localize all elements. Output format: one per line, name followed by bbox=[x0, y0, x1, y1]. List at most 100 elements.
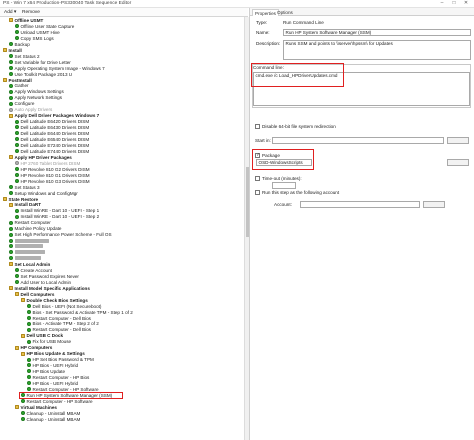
tab-options[interactable]: Options bbox=[275, 9, 295, 16]
tree-group[interactable]: Double Check Bios Settings bbox=[21, 298, 88, 304]
tree-step[interactable]: Copy SMS Logs bbox=[15, 36, 54, 42]
tree-item-label: State Restore bbox=[8, 196, 39, 202]
name-input[interactable]: Run HP System Software Manager (SSM) bbox=[283, 29, 471, 36]
tree-step[interactable]: Apply Operating System Image - Windows 7 bbox=[9, 66, 105, 72]
run-as-checkbox[interactable] bbox=[255, 190, 260, 195]
tree-step[interactable]: Setup Windows and ConfigMgr bbox=[9, 191, 78, 197]
tree-step[interactable] bbox=[9, 244, 43, 250]
tree-step[interactable]: Cleanup - Uninstall MBAM bbox=[21, 411, 80, 417]
check-icon bbox=[27, 327, 31, 332]
tree-step[interactable]: HP Bios - UEFI Hybrid bbox=[27, 381, 78, 387]
tree-step[interactable] bbox=[9, 250, 45, 256]
tree-step[interactable]: Set High Performance Power Scheme - Full… bbox=[9, 232, 112, 238]
tree-step[interactable]: Gather bbox=[9, 83, 29, 89]
maximize-icon[interactable]: □ bbox=[448, 0, 460, 7]
tree-step[interactable]: Auto Apply Drivers bbox=[9, 107, 52, 113]
tree-step[interactable]: Dell Latitude E7240 Drivers DISM bbox=[15, 143, 89, 149]
tree-step[interactable]: Bios - Activate TPM - Step 2 of 2 bbox=[27, 321, 99, 327]
tree-step[interactable]: Set Status 2 bbox=[9, 54, 40, 60]
tree-step[interactable]: Machine Policy Update bbox=[9, 226, 61, 232]
account-set-button[interactable] bbox=[423, 201, 445, 208]
tree-step[interactable]: Apply Network Settings bbox=[9, 95, 62, 101]
tree-step[interactable]: Apply Windows Settings bbox=[9, 89, 64, 95]
tree-group[interactable]: PostInstall bbox=[3, 78, 32, 84]
tree-step[interactable]: Restart Computer - HP Software bbox=[21, 399, 93, 405]
tree-group[interactable]: HP Computers bbox=[15, 345, 52, 351]
tree-step[interactable] bbox=[9, 238, 49, 244]
timeout-input[interactable] bbox=[272, 182, 296, 189]
tree-group[interactable]: Install bbox=[3, 48, 22, 54]
disable-64bit-checkbox[interactable] bbox=[255, 124, 260, 129]
tree-step[interactable]: Set Password Expires Never bbox=[15, 274, 79, 280]
tree-step[interactable]: Dell Latitude E7440 Drivers DISM bbox=[15, 149, 89, 155]
tree-step[interactable]: Create Account bbox=[15, 268, 52, 274]
tree-step[interactable]: Install WinRE - Dart 10 - UEFI - Step 1 bbox=[15, 208, 99, 214]
tree-group[interactable]: Virtual Machines bbox=[15, 405, 57, 411]
tree-step[interactable]: Set Status 3 bbox=[9, 185, 40, 191]
tree-step[interactable]: Dell Latitude E6440 Drivers DISM bbox=[15, 131, 89, 137]
tree-group[interactable]: Dell USB C Dock bbox=[21, 333, 63, 339]
tree-step[interactable]: HP Bios Update bbox=[27, 369, 65, 375]
tree-step[interactable]: Cleanup - Uninstall MBAM bbox=[21, 417, 80, 423]
tree-step[interactable]: Configure bbox=[9, 101, 34, 107]
tree-step[interactable]: Fix for USB Mouse bbox=[27, 339, 71, 345]
tree-step[interactable]: Bios - Set Password & Activate TPM - Ste… bbox=[27, 310, 133, 316]
tree-step[interactable]: HP Set Bios Password & TPM bbox=[27, 357, 94, 363]
tree-step[interactable]: Unload USMT Hive bbox=[15, 30, 60, 36]
tree-item-label: Dell USB C Dock bbox=[26, 333, 64, 339]
check-icon bbox=[15, 125, 19, 130]
tree-group[interactable]: HP Bios Update & Settings bbox=[21, 351, 85, 357]
tree-step[interactable]: Set Variable for Drive Letter bbox=[9, 60, 71, 66]
folder-icon bbox=[21, 298, 25, 303]
tree-group[interactable]: Install Model Specific Applications bbox=[9, 286, 90, 292]
tree-step[interactable]: Dell Latitude E6540 Drivers DISM bbox=[15, 137, 89, 143]
tree-group[interactable]: Apply HP Driver Packages bbox=[9, 155, 72, 161]
start-in-browse-button[interactable] bbox=[447, 137, 469, 144]
tree-step[interactable] bbox=[9, 256, 41, 262]
description-input[interactable]: Runs SSM and points to \\server\hpssm\ f… bbox=[283, 40, 471, 60]
tree-step[interactable]: Install WinRE - Dart 10 - UEFI - Step 2 bbox=[15, 214, 99, 220]
tree-step[interactable]: HP Bios - UEFI Hybrid bbox=[27, 363, 78, 369]
tree-step[interactable]: Restart Computer - Dell Bios bbox=[27, 327, 91, 333]
close-icon[interactable]: ✕ bbox=[460, 0, 472, 7]
check-icon bbox=[9, 220, 13, 225]
tree-group[interactable]: Offline USMT bbox=[9, 18, 43, 24]
tree-step[interactable]: Dell Bios - UEFI (Not Secureboot) bbox=[27, 304, 101, 310]
folder-icon bbox=[3, 48, 7, 53]
tree-group[interactable]: Apply Dell Driver Packages Windows 7 bbox=[9, 113, 99, 119]
tree-step[interactable]: HP 2760 Tablet Drivers DISM bbox=[15, 161, 80, 167]
tree-group[interactable]: State Restore bbox=[3, 197, 38, 203]
package-browse-button[interactable] bbox=[447, 159, 469, 166]
tree-step[interactable]: Dell Latitude E6420 Drivers DISM bbox=[15, 119, 89, 125]
tree-group[interactable]: Dell Computers bbox=[15, 292, 54, 298]
check-icon bbox=[15, 208, 19, 213]
account-input[interactable] bbox=[300, 201, 420, 208]
tree-step[interactable]: Use Toolkit Package 2013 U bbox=[9, 72, 72, 78]
check-icon bbox=[15, 143, 19, 148]
tree-step[interactable]: Offline User State Capture bbox=[15, 24, 74, 30]
tree-step[interactable]: HP Revolve 810 G1 Drivers DISM bbox=[15, 173, 90, 179]
start-in-input[interactable] bbox=[272, 137, 444, 144]
tree-step[interactable]: Restart Computer - HP Bios bbox=[27, 375, 89, 381]
remove-button[interactable]: Remove bbox=[20, 9, 42, 16]
tree-item-label: Set Local Admin bbox=[14, 261, 51, 267]
tree-step[interactable]: Backup bbox=[9, 42, 30, 48]
tree-item-label: HP Revolve 810 G2 Drivers DISM bbox=[20, 166, 90, 172]
tree-step[interactable]: HP Revolve 810 G2 Drivers DISM bbox=[15, 167, 90, 173]
minimize-icon[interactable]: – bbox=[436, 0, 448, 7]
check-icon bbox=[15, 167, 19, 172]
tree-item-label: Dell Latitude E6420 Drivers DISM bbox=[20, 119, 90, 125]
tree-group[interactable]: Install DaRT bbox=[9, 202, 41, 208]
check-icon bbox=[9, 238, 13, 243]
timeout-checkbox[interactable] bbox=[255, 176, 260, 181]
tree-step[interactable]: Restart Computer - Dell Bios bbox=[27, 316, 91, 322]
task-sequence-tree[interactable]: Offline USMT Offline User State Capture Un… bbox=[0, 17, 244, 440]
tree-group[interactable]: Set Local Admin bbox=[9, 262, 50, 268]
tree-step[interactable]: Add User to Local Admin bbox=[15, 280, 71, 286]
tree-item-label: Double Check Bios Settings bbox=[26, 297, 88, 303]
tree-step[interactable]: Dell Latitude E6430 Drivers DISM bbox=[15, 125, 89, 131]
tree-step[interactable]: Restart Computer bbox=[9, 220, 51, 226]
tree-item-label: Set High Performance Power Scheme - Full… bbox=[14, 232, 112, 238]
tree-step[interactable]: HP Revolve 810 G3 Drivers DISM bbox=[15, 179, 90, 185]
add-button[interactable]: Add ▾ bbox=[2, 9, 18, 16]
